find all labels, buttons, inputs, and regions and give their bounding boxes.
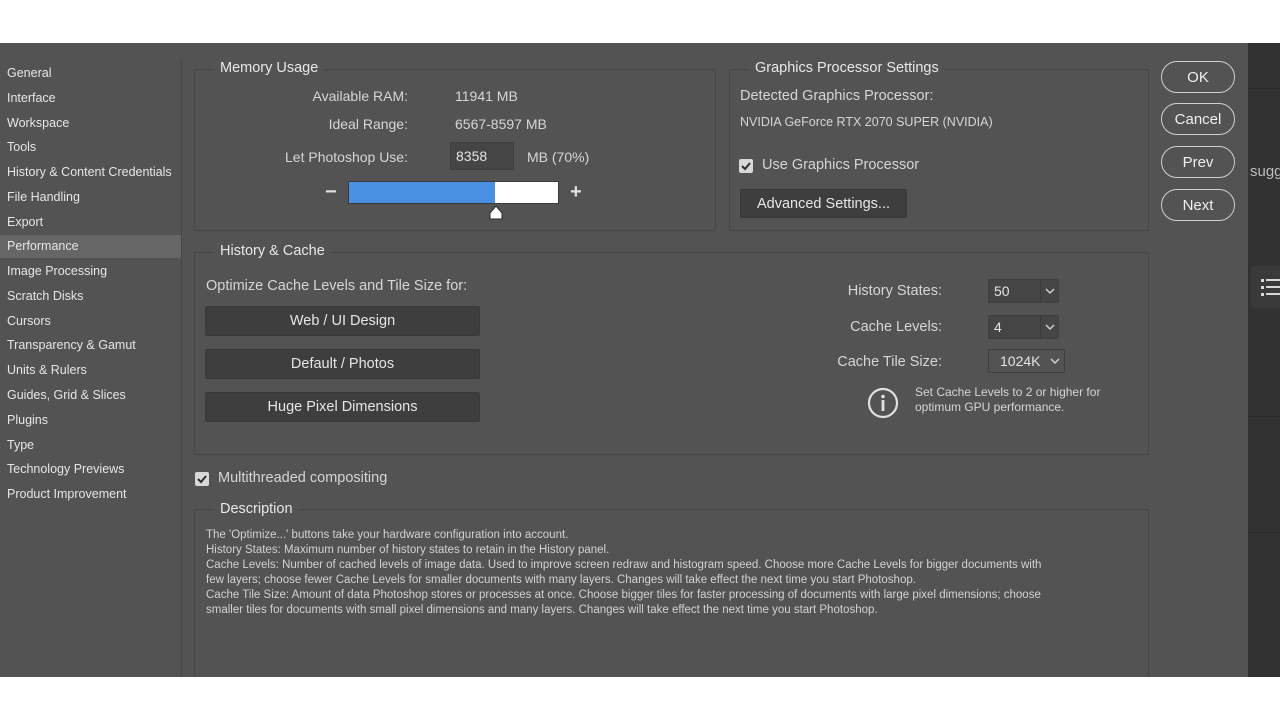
description-line: The 'Optimize...' buttons take your hard… xyxy=(206,529,569,541)
sidebar-item-export[interactable]: Export xyxy=(0,211,181,233)
ideal-range-label: Ideal Range: xyxy=(328,116,408,132)
multithreaded-compositing-checkbox[interactable] xyxy=(195,472,209,486)
sidebar-item-scratch-disks[interactable]: Scratch Disks xyxy=(0,285,181,307)
description-line: Cache Tile Size: Amount of data Photosho… xyxy=(206,589,1041,601)
background-app-list-button[interactable] xyxy=(1251,266,1280,308)
advanced-settings-button[interactable]: Advanced Settings... xyxy=(740,189,907,218)
available-ram-value: 11941 MB xyxy=(455,88,518,104)
chevron-down-icon xyxy=(1040,316,1058,338)
description-line: Cache Levels: Number of cached levels of… xyxy=(206,559,1042,571)
preferences-dialog: General Interface Workspace Tools Histor… xyxy=(0,43,1248,689)
top-margin xyxy=(0,0,1280,43)
sidebar-item-cursors[interactable]: Cursors xyxy=(0,310,181,332)
description-line: smaller tiles for documents with small p… xyxy=(206,604,878,616)
sidebar-item-product-improvement[interactable]: Product Improvement xyxy=(0,483,181,505)
sidebar-item-type[interactable]: Type xyxy=(0,434,181,456)
multithreaded-compositing-label: Multithreaded compositing xyxy=(218,470,388,486)
panel-divider xyxy=(1248,416,1280,417)
description-line: few layers; choose fewer Cache Levels fo… xyxy=(206,574,916,586)
background-app-text: sugg xyxy=(1250,163,1280,180)
sidebar-item-workspace[interactable]: Workspace xyxy=(0,112,181,134)
default-photos-button[interactable]: Default / Photos xyxy=(205,349,480,379)
list-icon xyxy=(1261,279,1280,296)
prev-button[interactable]: Prev xyxy=(1161,146,1235,178)
optimize-cache-label: Optimize Cache Levels and Tile Size for: xyxy=(206,278,468,294)
use-gpu-checkbox[interactable] xyxy=(739,159,753,173)
sidebar-item-guides-grid-slices[interactable]: Guides, Grid & Slices xyxy=(0,384,181,406)
history-states-dropdown[interactable]: 50 xyxy=(988,279,1059,303)
detected-gpu-label: Detected Graphics Processor: xyxy=(740,88,934,104)
bottom-margin xyxy=(0,677,1280,720)
info-icon xyxy=(867,387,899,419)
panel-divider xyxy=(1248,532,1280,533)
memory-usage-title: Memory Usage xyxy=(214,60,325,76)
sidebar-item-plugins[interactable]: Plugins xyxy=(0,409,181,431)
use-gpu-label: Use Graphics Processor xyxy=(762,157,920,173)
let-photoshop-use-label: Let Photoshop Use: xyxy=(285,149,408,165)
memory-slider-track[interactable] xyxy=(348,181,559,204)
panel-divider xyxy=(1248,88,1280,89)
photoshop-memory-input[interactable] xyxy=(450,142,514,170)
cancel-button[interactable]: Cancel xyxy=(1161,103,1235,135)
cache-levels-label: Cache Levels: xyxy=(850,319,942,335)
history-states-value: 50 xyxy=(994,283,1010,299)
web-ui-design-button[interactable]: Web / UI Design xyxy=(205,306,480,336)
cache-levels-value: 4 xyxy=(994,319,1002,335)
description-line: History States: Maximum number of histor… xyxy=(206,544,610,556)
cache-tile-size-value: 1024K xyxy=(1000,353,1041,369)
sidebar-item-image-processing[interactable]: Image Processing xyxy=(0,260,181,282)
sidebar-item-history-content-credentials[interactable]: History & Content Credentials xyxy=(0,161,181,183)
sidebar-item-interface[interactable]: Interface xyxy=(0,87,181,109)
chevron-down-icon xyxy=(1040,280,1058,302)
background-app-panel xyxy=(1248,43,1280,677)
detected-gpu-value: NVIDIA GeForce RTX 2070 SUPER (NVIDIA) xyxy=(740,115,993,129)
preferences-sidebar: General Interface Workspace Tools Histor… xyxy=(0,59,182,677)
history-cache-title: History & Cache xyxy=(214,243,331,259)
sidebar-item-performance[interactable]: Performance xyxy=(0,235,181,258)
memory-decrease-button[interactable]: − xyxy=(325,182,337,202)
next-button[interactable]: Next xyxy=(1161,189,1235,221)
memory-increase-button[interactable]: + xyxy=(570,182,582,202)
description-title: Description xyxy=(214,501,299,517)
gpu-cache-hint-line1: Set Cache Levels to 2 or higher for xyxy=(915,385,1101,399)
history-states-label: History States: xyxy=(847,283,942,299)
cache-tile-size-dropdown[interactable]: 1024K xyxy=(988,349,1065,373)
memory-slider-fill xyxy=(349,182,496,203)
sidebar-item-transparency-gamut[interactable]: Transparency & Gamut xyxy=(0,334,181,356)
sidebar-item-tools[interactable]: Tools xyxy=(0,136,181,158)
graphics-processor-title: Graphics Processor Settings xyxy=(749,60,945,76)
sidebar-item-file-handling[interactable]: File Handling xyxy=(0,186,181,208)
available-ram-label: Available RAM: xyxy=(312,88,408,104)
sidebar-item-general[interactable]: General xyxy=(0,62,181,84)
sidebar-item-technology-previews[interactable]: Technology Previews xyxy=(0,458,181,480)
memory-unit-percent: MB (70%) xyxy=(527,149,590,165)
ideal-range-value: 6567-8597 MB xyxy=(455,116,547,132)
ok-button[interactable]: OK xyxy=(1161,61,1235,93)
cache-tile-size-label: Cache Tile Size: xyxy=(837,354,942,370)
huge-pixel-dimensions-button[interactable]: Huge Pixel Dimensions xyxy=(205,392,480,422)
sidebar-item-units-rulers[interactable]: Units & Rulers xyxy=(0,359,181,381)
chevron-down-icon xyxy=(1046,350,1064,372)
gpu-cache-hint-line2: optimum GPU performance. xyxy=(915,400,1065,414)
cache-levels-dropdown[interactable]: 4 xyxy=(988,315,1059,339)
